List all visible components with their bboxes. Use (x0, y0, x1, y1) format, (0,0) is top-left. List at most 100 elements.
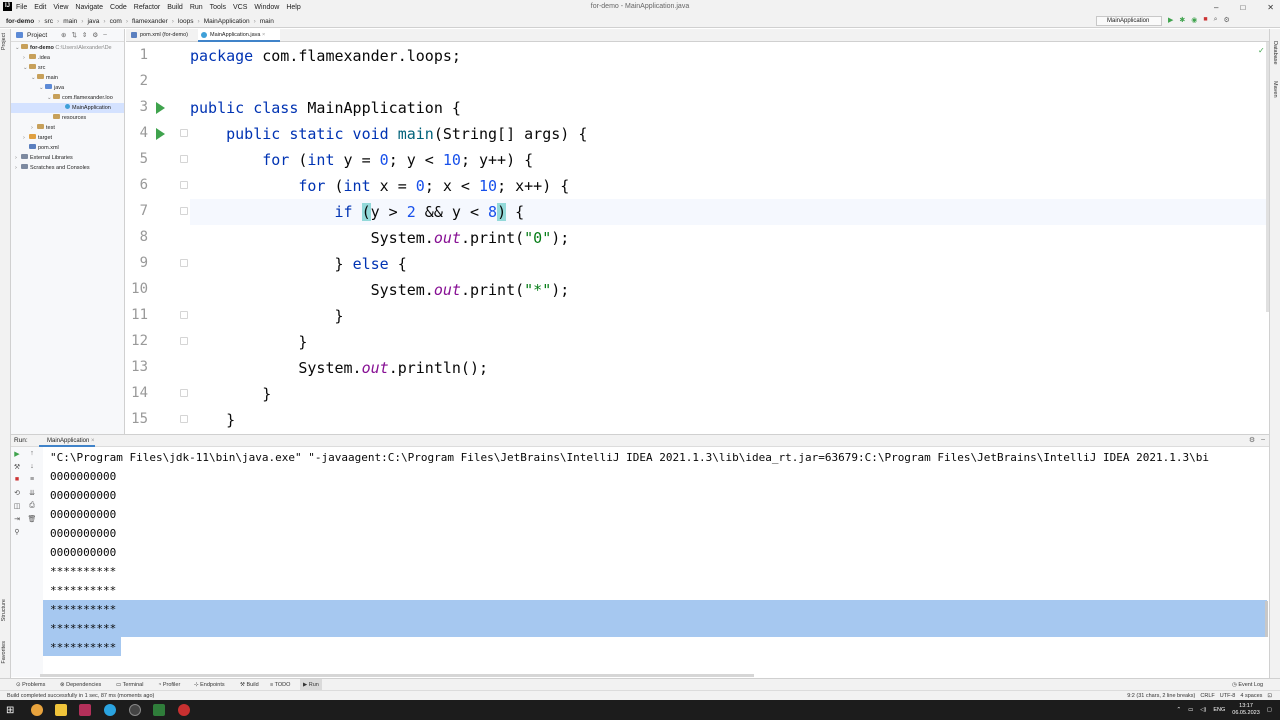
tab-pom-xml[interactable]: pom.xml (for-demo) (128, 29, 196, 42)
gear-icon[interactable]: ⚙ (92, 31, 98, 39)
app-icon[interactable] (153, 704, 165, 716)
tree-item-package[interactable]: ⌄ com.flamexander.loo (47, 93, 113, 103)
rerun-icon[interactable]: ▶ (12, 450, 22, 458)
fold-marker-icon[interactable] (180, 389, 188, 397)
exit-icon[interactable]: ⇥ (12, 515, 22, 523)
menu-tools[interactable]: Tools (210, 4, 226, 11)
menu-vcs[interactable]: VCS (233, 4, 247, 11)
breadcrumb-flamexander[interactable]: flamexander (132, 18, 168, 25)
obs-icon[interactable] (129, 704, 141, 716)
menu-help[interactable]: Help (286, 4, 300, 11)
favorites-tool-label[interactable]: Favorites (1, 641, 7, 664)
close-tab-icon[interactable]: × (262, 32, 265, 38)
tree-item-src[interactable]: ⌄ src (23, 63, 45, 73)
stop-icon[interactable]: ■ (12, 476, 22, 483)
restore-layout-icon[interactable]: ⟲ (12, 489, 22, 497)
maven-tool-label[interactable]: Maven (1272, 81, 1278, 98)
network-icon[interactable]: ▭ (1188, 707, 1193, 713)
fold-marker-icon[interactable] (180, 207, 188, 215)
camera-icon[interactable]: ◫ (12, 502, 22, 510)
breadcrumb-loops[interactable]: loops (178, 18, 194, 25)
trash-icon[interactable]: 🗑 (27, 515, 37, 523)
gear-icon[interactable]: ⚙ (1249, 436, 1255, 444)
collapse-all-icon[interactable]: ⇅ (71, 31, 76, 39)
breadcrumb-class[interactable]: MainApplication (204, 18, 250, 25)
wrench-icon[interactable]: ⚒ (12, 463, 22, 471)
chevron-up-icon[interactable]: ⌃ (1176, 707, 1181, 713)
project-tool-label[interactable]: Project (1, 33, 7, 50)
arrow-down-icon[interactable]: ↓ (27, 463, 37, 470)
search-icon[interactable]: ⌕ (1214, 16, 1218, 24)
debug-icon[interactable]: ✱ (1179, 16, 1185, 24)
run-tab-main-application[interactable]: MainApplication × (39, 435, 95, 447)
file-explorer-icon[interactable] (55, 704, 67, 716)
volume-icon[interactable]: ◁) (1200, 707, 1206, 713)
code-editor[interactable]: 1 2 3 4 5 6 7 8 9 10 11 12 13 14 15 pack… (126, 42, 1269, 434)
menu-navigate[interactable]: Navigate (75, 4, 103, 11)
tree-item-target[interactable]: › target (23, 133, 52, 143)
minimize-icon[interactable]: – (1214, 3, 1218, 12)
breadcrumb-project[interactable]: for-demo (6, 18, 34, 25)
chrome-icon[interactable] (31, 704, 43, 716)
tree-item-pom[interactable]: pom.xml (23, 143, 59, 153)
telegram-icon[interactable] (104, 704, 116, 716)
run-configuration-dropdown[interactable]: MainApplication (1096, 16, 1162, 26)
tree-item-external-libraries[interactable]: › External Libraries (15, 153, 73, 163)
menu-window[interactable]: Window (254, 4, 279, 11)
menu-edit[interactable]: Edit (34, 4, 46, 11)
database-tool-label[interactable]: Database (1272, 41, 1278, 65)
run-class-icon[interactable] (156, 102, 165, 114)
run-method-icon[interactable] (156, 128, 165, 140)
project-panel-title[interactable]: Project (27, 32, 47, 39)
menu-run[interactable]: Run (190, 4, 203, 11)
fold-marker-icon[interactable] (180, 129, 188, 137)
close-tab-icon[interactable]: × (91, 438, 95, 444)
maximize-icon[interactable]: □ (1240, 3, 1245, 12)
tree-item-resources[interactable]: resources (47, 113, 86, 123)
language-indicator[interactable]: ENG (1213, 707, 1225, 713)
expand-all-icon[interactable]: ⇕ (82, 31, 87, 39)
stop-icon[interactable]: ■ (1203, 16, 1207, 24)
notifications-icon[interactable]: ▢ (1267, 707, 1272, 713)
inspection-ok-icon[interactable]: ✓ (1258, 46, 1265, 55)
coverage-icon[interactable]: ◉ (1191, 16, 1197, 24)
select-opened-file-icon[interactable]: ⊕ (61, 31, 66, 39)
fold-marker-icon[interactable] (180, 181, 188, 189)
fold-marker-icon[interactable] (180, 155, 188, 163)
hide-icon[interactable]: – (103, 31, 107, 39)
menu-view[interactable]: View (53, 4, 68, 11)
tab-main-application[interactable]: MainApplication.java × (198, 29, 280, 42)
breadcrumb-main[interactable]: main (63, 18, 77, 25)
menu-refactor[interactable]: Refactor (134, 4, 160, 11)
breadcrumb-src[interactable]: src (44, 18, 53, 25)
menu-file[interactable]: File (16, 4, 27, 11)
intellij-taskbar-icon[interactable] (79, 704, 91, 716)
fold-marker-icon[interactable] (180, 259, 188, 267)
structure-tool-label[interactable]: Structure (1, 599, 7, 621)
close-icon[interactable]: ✕ (1267, 3, 1274, 12)
console-scrollbar[interactable] (1265, 601, 1268, 637)
print-icon[interactable]: ⎙ (27, 502, 37, 510)
fold-marker-icon[interactable] (180, 415, 188, 423)
settings-icon[interactable]: ⚙ (1224, 16, 1230, 24)
tree-item-for-demo[interactable]: ⌄ for-demo C:\Users\Alexander\De (15, 43, 112, 53)
arrow-up-icon[interactable]: ↑ (27, 450, 37, 457)
tree-item-main[interactable]: ⌄ main (31, 73, 58, 83)
breadcrumb-method[interactable]: main (260, 18, 274, 25)
app-icon[interactable] (178, 704, 190, 716)
run-icon[interactable]: ▶ (1168, 16, 1173, 24)
tree-item-test[interactable]: › test (31, 123, 55, 133)
tree-item-idea[interactable]: › .idea (23, 53, 50, 63)
fold-marker-icon[interactable] (180, 337, 188, 345)
tree-item-main-application[interactable]: MainApplication (11, 103, 124, 113)
scroll-to-end-icon[interactable]: ⇊ (27, 489, 37, 497)
menu-code[interactable]: Code (110, 4, 127, 11)
windows-start-icon[interactable]: ⊞ (6, 705, 14, 716)
pin-icon[interactable]: ⚲ (12, 528, 22, 536)
tree-item-java[interactable]: ⌄ java (39, 83, 64, 93)
hide-icon[interactable]: – (1261, 436, 1265, 444)
tree-item-scratches[interactable]: › Scratches and Consoles (15, 163, 90, 173)
editor-scrollbar[interactable] (1266, 42, 1269, 312)
console-output[interactable]: "C:\Program Files\jdk-11\bin\java.exe" "… (43, 447, 1269, 677)
breadcrumb-java[interactable]: java (87, 18, 99, 25)
